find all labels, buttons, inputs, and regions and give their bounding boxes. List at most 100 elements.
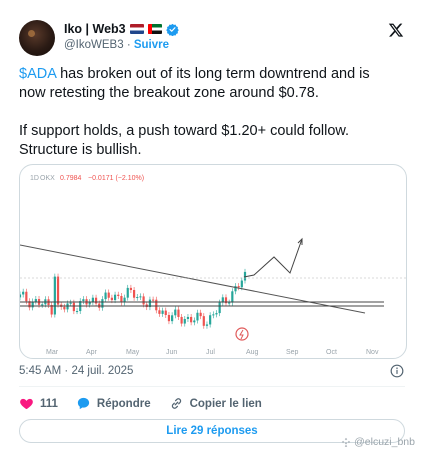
netherlands-flag-icon — [129, 24, 144, 34]
candle — [205, 324, 209, 326]
candle — [91, 297, 94, 303]
heart-icon — [20, 398, 33, 410]
chart-interval: 1D — [30, 175, 39, 182]
chart-price: 0.7984 — [60, 175, 82, 182]
follow-button[interactable]: Suivre — [134, 39, 169, 51]
candle — [75, 311, 79, 313]
tweet-time: 5:45 AM — [19, 365, 62, 377]
like-button[interactable]: 111 — [19, 396, 58, 411]
separator: · — [126, 39, 131, 51]
projection-path — [243, 238, 303, 278]
month-label: Apr — [86, 349, 98, 356]
x-axis-labels: Mar Apr May Jun Jul Aug Sep Oct Nov — [46, 349, 379, 356]
action-bar: 111 Répondre Copier le lien — [19, 396, 280, 411]
candle — [158, 310, 161, 314]
candle — [56, 276, 60, 305]
candle — [104, 292, 107, 300]
candle — [171, 315, 174, 322]
candle — [25, 291, 28, 302]
handle-row: @IkoWEB3 · Suivre — [64, 39, 169, 51]
cashtag-link[interactable]: $ADA — [19, 66, 56, 82]
candle — [82, 299, 85, 302]
info-icon[interactable] — [390, 364, 404, 378]
candle — [161, 310, 164, 314]
candle — [126, 287, 129, 298]
candle — [190, 316, 193, 323]
candle — [215, 313, 218, 315]
candle — [186, 316, 190, 319]
tradingview-logo-icon — [235, 327, 249, 341]
candle — [196, 312, 199, 321]
candle — [142, 296, 145, 305]
candle — [177, 309, 180, 317]
price-chart: 1D OKX 0.7984 −0.0171 (−2.10%) Mar Apr May… — [20, 175, 406, 356]
avatar[interactable] — [19, 20, 55, 56]
chart-image[interactable]: 1D OKX 0.7984 −0.0171 (−2.10%) Mar Apr May… — [19, 164, 407, 359]
month-label: Nov — [366, 349, 379, 356]
reply-label: Répondre — [96, 397, 151, 410]
timestamp[interactable]: 5:45 AM · 24 juil. 2025 — [19, 365, 133, 377]
candle — [22, 291, 25, 295]
candle — [183, 318, 186, 324]
candle — [41, 304, 44, 306]
candle — [199, 312, 202, 317]
candle — [69, 302, 72, 304]
chart-change: −0.0171 (−2.10%) — [88, 175, 144, 182]
author-row: Iko | Web3 — [64, 22, 179, 36]
candle — [174, 309, 177, 316]
like-count: 111 — [40, 397, 58, 410]
candle — [107, 292, 110, 298]
tweet-text: $ADA has broken out of its long term dow… — [19, 65, 399, 179]
candle — [151, 299, 155, 301]
copy-link-label: Copier le lien — [189, 397, 262, 410]
candle — [53, 276, 56, 315]
month-label: Sep — [286, 349, 299, 356]
reply-button[interactable]: Répondre — [76, 396, 151, 411]
tweet-line1-text: has broken out of its long term downtren… — [19, 66, 370, 101]
month-label: Jul — [206, 349, 215, 356]
candle — [20, 294, 22, 298]
uae-flag-icon — [147, 24, 162, 34]
candle — [132, 290, 136, 298]
divider — [19, 386, 405, 387]
month-label: May — [126, 349, 140, 356]
candle — [34, 299, 37, 302]
month-label: Aug — [246, 349, 259, 356]
candle — [164, 310, 167, 315]
candle — [180, 316, 183, 324]
candle — [202, 316, 205, 326]
month-label: Mar — [46, 349, 59, 356]
watermark-text: @elcuzi_bnb — [354, 436, 415, 448]
candle — [63, 306, 66, 310]
chart-exchange: OKX — [40, 175, 55, 182]
candle — [212, 314, 215, 316]
link-icon — [171, 398, 181, 409]
binance-logo-icon — [341, 437, 351, 447]
candle — [231, 291, 234, 303]
tweet-paragraph-2: If support holds, a push toward $1.20+ c… — [19, 123, 350, 158]
candle — [193, 320, 196, 323]
candle — [117, 294, 120, 297]
reply-bubble-icon — [77, 397, 90, 410]
candle — [113, 294, 117, 301]
month-label: Oct — [326, 349, 337, 356]
candle — [129, 287, 133, 291]
verified-badge-icon — [165, 23, 179, 36]
tweet-paragraph-1: $ADA has broken out of its long term dow… — [19, 65, 399, 103]
candle — [136, 297, 139, 299]
candle — [240, 280, 243, 288]
watermark: @elcuzi_bnb — [341, 436, 415, 448]
month-label: Jun — [166, 349, 177, 356]
candle — [209, 315, 212, 325]
candle — [167, 314, 171, 322]
x-logo-icon[interactable] — [388, 22, 404, 38]
candle — [72, 302, 75, 312]
tweet-date: 24 juil. 2025 — [71, 365, 134, 377]
copy-link-button[interactable]: Copier le lien — [169, 396, 262, 411]
candle — [110, 297, 114, 301]
candle — [139, 296, 142, 298]
candle — [155, 299, 158, 311]
author-name[interactable]: Iko | Web3 — [64, 22, 126, 36]
author-handle[interactable]: @IkoWEB3 — [64, 39, 124, 51]
candle — [228, 302, 231, 304]
